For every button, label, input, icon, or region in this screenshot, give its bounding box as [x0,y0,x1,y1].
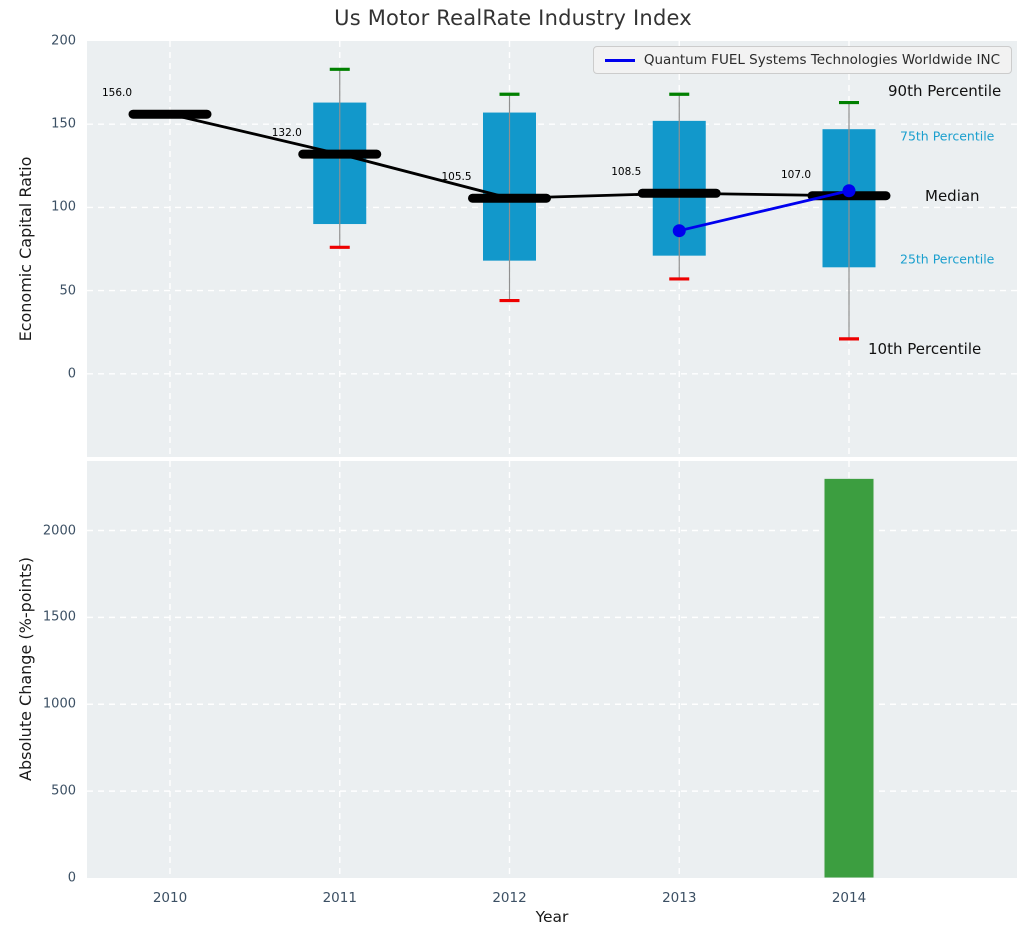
top-ytick-label: 200 [51,33,76,49]
xtick-label: 2011 [322,890,357,906]
top-ytick-label: 0 [67,366,76,382]
annotation-75th-percentile: 75th Percentile [900,128,995,144]
annotation-90th-percentile: 90th Percentile [888,81,1002,100]
bar-2014 [823,477,875,878]
figure: Us Motor RealRate Industry Index Quantum… [0,0,1026,942]
top-ytick-label: 50 [59,283,76,299]
bottom-ytick-label: 1000 [42,696,76,712]
xtick-label: 2012 [492,890,527,906]
bottom-axes-bar [87,461,1017,878]
top-y-axis-label: Economic Capital Ratio [16,156,35,342]
top-ytick-label: 150 [51,116,76,132]
bottom-ytick-label: 500 [51,783,76,799]
legend-label: Quantum FUEL Systems Technologies Worldw… [643,52,1000,68]
bottom-ytick-label: 1500 [42,609,76,625]
top-ytick-label: 100 [51,199,76,215]
company-point [842,184,856,198]
annotation-25th-percentile: 25th Percentile [900,251,995,267]
median-value-label: 108.5 [611,166,642,179]
plot-canvas [87,41,1017,457]
bottom-ytick-label: 2000 [42,523,76,538]
company-point [672,224,686,238]
chart-title: Us Motor RealRate Industry Index [334,6,692,30]
annotation-median: Median [925,186,980,205]
median-value-label: 107.0 [781,168,812,181]
bottom-ytick-label: 0 [67,870,76,886]
xtick-label: 2014 [831,890,867,906]
xtick-label: 2013 [662,890,697,906]
annotation-10th-percentile: 10th Percentile [868,339,982,358]
top-axes-boxplot: Quantum FUEL Systems Technologies Worldw… [87,41,1017,457]
x-axis-label: Year [535,908,569,926]
legend: Quantum FUEL Systems Technologies Worldw… [592,46,1012,74]
legend-line-sample [604,58,635,62]
median-value-label: 156.0 [102,87,133,100]
plot-canvas [87,461,1017,878]
median-value-label: 132.0 [271,127,302,140]
median-value-label: 105.5 [441,171,472,184]
xtick-label: 2010 [152,890,188,906]
